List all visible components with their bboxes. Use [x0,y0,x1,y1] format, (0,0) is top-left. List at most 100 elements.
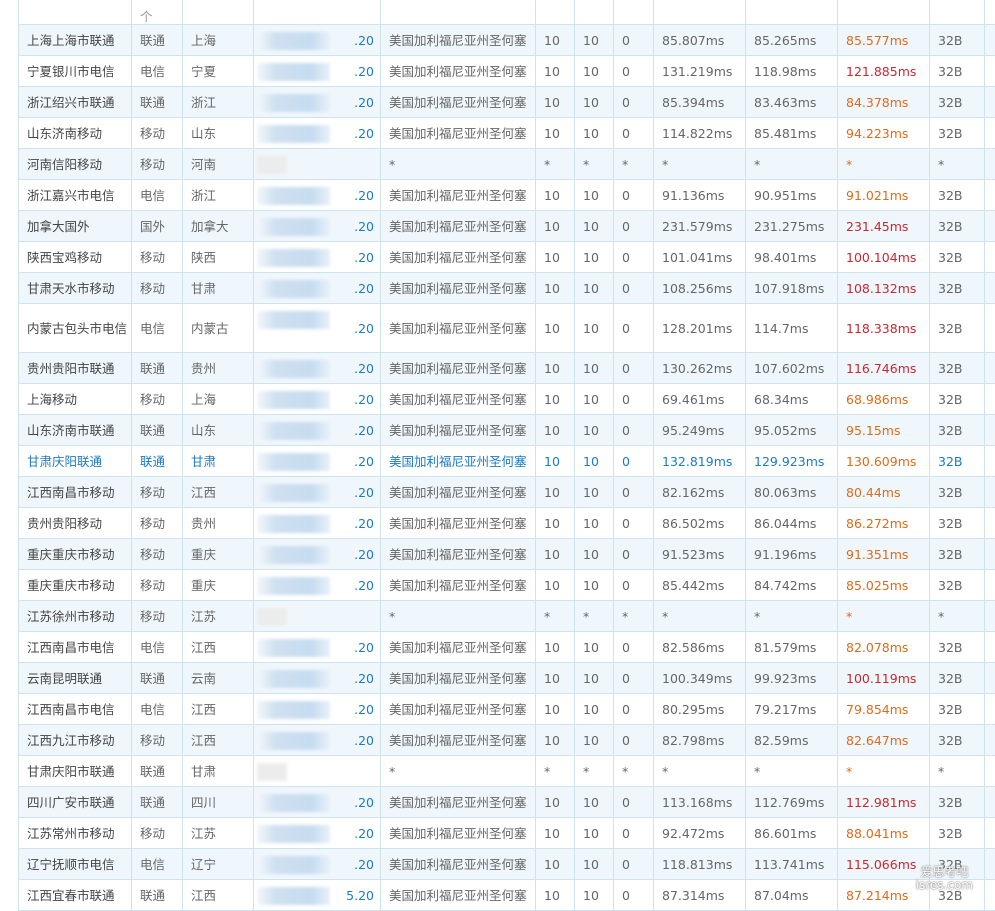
ip-redaction-blur [257,422,330,440]
packet-size: 32B [930,632,985,663]
min-latency: 114.7ms [746,304,838,353]
lost-count: * [614,149,654,180]
ip-suffix: .20 [354,126,374,141]
max-latency: 87.314ms [654,880,746,911]
table-row: 山东济南移动移动山东.20美国加利福尼亚州圣何塞10100114.822ms85… [19,118,995,149]
region-cell: 内蒙古 [183,304,254,353]
ip-suffix: .20 [354,95,374,110]
sent-count: 10 [536,663,575,694]
ip-suffix: .20 [354,516,374,531]
lost-count: 0 [614,56,654,87]
region-cell: 重庆 [183,570,254,601]
lost-count: * [614,756,654,787]
received-count: 10 [575,663,614,694]
isp-cell: 联通 [132,446,183,477]
region-cell: 上海 [183,25,254,56]
table-row: 云南昆明联通联通云南.20美国加利福尼亚州圣何塞10100100.349ms99… [19,663,995,694]
received-count: 10 [575,304,614,353]
isp-cell: 移动 [132,508,183,539]
sent-count: 10 [536,56,575,87]
packet-size: 32B [930,539,985,570]
lost-count: 0 [614,477,654,508]
table-row: 浙江嘉兴市电信电信浙江.20美国加利福尼亚州圣何塞1010091.136ms90… [19,180,995,211]
max-latency: 69.461ms [654,384,746,415]
node-name: 江西南昌市移动 [19,477,132,508]
max-latency: 82.586ms [654,632,746,663]
ip-redaction-blur [257,311,330,329]
ip-address [254,601,381,632]
node-name: 江西南昌市电信 [19,694,132,725]
lost-count: 0 [614,694,654,725]
table-row: 贵州贵阳市联通联通贵州.20美国加利福尼亚州圣何塞10100130.262ms1… [19,353,995,384]
min-latency: 95.052ms [746,415,838,446]
max-latency: 91.136ms [654,180,746,211]
lost-count: 0 [614,508,654,539]
received-count: 10 [575,25,614,56]
sent-count: 10 [536,508,575,539]
max-latency: 80.295ms [654,694,746,725]
node-name: 辽宁抚顺市电信 [19,849,132,880]
sent-count: 10 [536,849,575,880]
table-row: 内蒙古包头市电信电信内蒙古.20美国加利福尼亚州圣何塞10100128.201m… [19,304,995,353]
ip-location: * [381,756,536,787]
min-latency: 83.463ms [746,87,838,118]
ip-location: 美国加利福尼亚州圣何塞 [381,787,536,818]
ip-address: .20 [254,663,381,694]
ip-suffix: .20 [354,733,374,748]
ip-suffix: .20 [354,361,374,376]
avg-latency: 94.223ms [838,118,930,149]
lost-count: 0 [614,415,654,446]
node-name: 宁夏银川市电信 [19,56,132,87]
lost-count: 0 [614,663,654,694]
ip-suffix: .20 [354,485,374,500]
ip-location: 美国加利福尼亚州圣何塞 [381,818,536,849]
region-cell: 甘肃 [183,273,254,304]
ip-suffix: .20 [354,640,374,655]
region-cell: 浙江 [183,87,254,118]
ip-address: .20 [254,415,381,446]
ip-redaction-blur [257,156,287,174]
lost-count: 0 [614,211,654,242]
ip-address: .20 [254,273,381,304]
ping-results-table: 个 上海上海市联通联通上海.20美国加利福尼亚州圣何塞1010085.807ms… [18,0,995,911]
max-latency: 128.201ms [654,304,746,353]
region-cell: 辽宁 [183,849,254,880]
packet-size: 32B [930,694,985,725]
sent-count: 10 [536,118,575,149]
avg-latency: 91.351ms [838,539,930,570]
received-count: 10 [575,118,614,149]
sent-count: 10 [536,570,575,601]
received-count: 10 [575,880,614,911]
received-count: 10 [575,539,614,570]
avg-latency: 100.104ms [838,242,930,273]
received-count: 10 [575,787,614,818]
region-cell: 贵州 [183,353,254,384]
ip-location: * [381,149,536,180]
min-latency: * [746,149,838,180]
isp-cell: 移动 [132,570,183,601]
packet-size: 32B [930,446,985,477]
ip-redaction-blur [257,856,330,874]
avg-latency: 108.132ms [838,273,930,304]
packet-size: 32B [930,787,985,818]
table-row: 上海上海市联通联通上海.20美国加利福尼亚州圣何塞1010085.807ms85… [19,25,995,56]
isp-cell: 电信 [132,694,183,725]
table-row: 宁夏银川市电信电信宁夏.20美国加利福尼亚州圣何塞10100131.219ms1… [19,56,995,87]
isp-cell: 电信 [132,632,183,663]
ip-suffix: .20 [354,795,374,810]
avg-latency: 91.021ms [838,180,930,211]
sent-count: 10 [536,304,575,353]
sent-count: 10 [536,539,575,570]
node-name: 江西南昌市电信 [19,632,132,663]
ip-suffix: .20 [354,702,374,717]
lost-count: 0 [614,570,654,601]
table-row: 山东济南市联通联通山东.20美国加利福尼亚州圣何塞1010095.249ms95… [19,415,995,446]
min-latency: 81.579ms [746,632,838,663]
ip-location: 美国加利福尼亚州圣何塞 [381,477,536,508]
region-cell: 河南 [183,149,254,180]
region-cell: 江西 [183,477,254,508]
received-count: 10 [575,632,614,663]
packet-size: 32B [930,353,985,384]
node-name: 云南昆明联通 [19,663,132,694]
node-name: 甘肃庆阳联通 [19,446,132,477]
